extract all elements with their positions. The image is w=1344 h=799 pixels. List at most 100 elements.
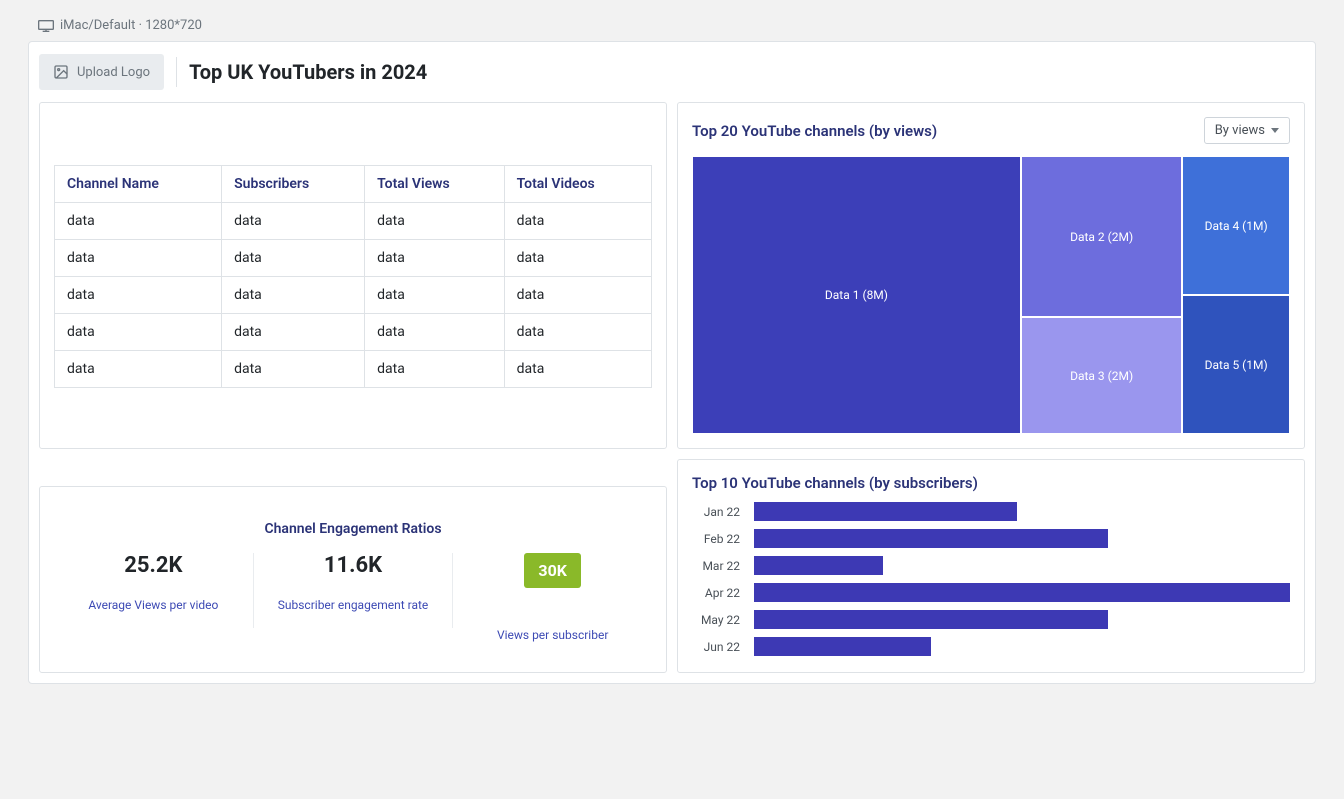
- cell: data: [55, 314, 222, 351]
- bar-row: Apr 22: [692, 583, 1290, 602]
- viewport-text: iMac/Default · 1280*720: [60, 18, 202, 33]
- treemap-cell-data2[interactable]: Data 2 (2M): [1021, 156, 1182, 317]
- bar-label: Jun 22: [692, 640, 740, 654]
- barchart: Jan 22 Feb 22 Mar 22 Apr 22 May 22: [692, 502, 1290, 656]
- upload-logo-button[interactable]: Upload Logo: [39, 54, 164, 90]
- treemap-label: Data 1 (8M): [825, 288, 888, 302]
- cell: data: [365, 314, 505, 351]
- cell: data: [222, 240, 365, 277]
- bar-track: [754, 529, 1290, 548]
- engagement-title: Channel Engagement Ratios: [54, 521, 652, 537]
- viewport-label: iMac/Default · 1280*720: [0, 0, 1344, 41]
- table-row: data data data data: [55, 203, 652, 240]
- cell: data: [55, 240, 222, 277]
- col-subscribers: Subscribers: [222, 166, 365, 203]
- cell: data: [504, 314, 651, 351]
- treemap-header: Top 20 YouTube channels (by views) By vi…: [692, 117, 1290, 144]
- table-row: data data data data: [55, 351, 652, 388]
- separator: [176, 57, 177, 87]
- treemap-cell-data3[interactable]: Data 3 (2M): [1021, 317, 1182, 434]
- cell: data: [222, 314, 365, 351]
- treemap-sort-dropdown[interactable]: By views: [1204, 117, 1290, 144]
- treemap-cell-data5[interactable]: Data 5 (1M): [1182, 295, 1290, 434]
- cell: data: [55, 203, 222, 240]
- treemap-title: Top 20 YouTube channels (by views): [692, 122, 937, 140]
- monitor-icon: [38, 20, 54, 32]
- title-row: Upload Logo Top UK YouTubers in 2024: [39, 52, 1305, 98]
- bar-fill[interactable]: [754, 637, 931, 656]
- bar-fill[interactable]: [754, 529, 1108, 548]
- bar-label: May 22: [692, 613, 740, 627]
- bar-fill[interactable]: [754, 502, 1017, 521]
- table-panel: Channel Name Subscribers Total Views Tot…: [39, 102, 667, 449]
- bar-label: Apr 22: [692, 586, 740, 600]
- bar-label: Feb 22: [692, 532, 740, 546]
- table-row: data data data data: [55, 277, 652, 314]
- cell: data: [222, 277, 365, 314]
- bar-row: Feb 22: [692, 529, 1290, 548]
- cell: data: [55, 351, 222, 388]
- cell: data: [504, 277, 651, 314]
- treemap-midcol: Data 2 (2M) Data 3 (2M): [1021, 156, 1182, 434]
- table-row: data data data data: [55, 240, 652, 277]
- upload-logo-label: Upload Logo: [77, 65, 150, 80]
- engage-value-badge: 30K: [524, 553, 581, 588]
- engage-item-sub-rate: 11.6K Subscriber engagement rate: [254, 553, 454, 628]
- channels-table: Channel Name Subscribers Total Views Tot…: [54, 165, 652, 388]
- treemap-label: Data 5 (1M): [1205, 358, 1268, 372]
- cell: data: [365, 351, 505, 388]
- cell: data: [504, 351, 651, 388]
- bar-track: [754, 502, 1290, 521]
- engage-label: Average Views per video: [64, 598, 243, 612]
- bar-track: [754, 583, 1290, 602]
- engage-label: Subscriber engagement rate: [264, 598, 443, 612]
- table-row: data data data data: [55, 314, 652, 351]
- treemap-cell-data4[interactable]: Data 4 (1M): [1182, 156, 1290, 295]
- engage-value: 11.6K: [264, 553, 443, 578]
- chevron-down-icon: [1271, 128, 1279, 133]
- cell: data: [222, 351, 365, 388]
- treemap-panel: Top 20 YouTube channels (by views) By vi…: [677, 102, 1305, 449]
- col-channel-name: Channel Name: [55, 166, 222, 203]
- col-total-videos: Total Videos: [504, 166, 651, 203]
- cell: data: [222, 203, 365, 240]
- bar-label: Jan 22: [692, 505, 740, 519]
- bar-track: [754, 556, 1290, 575]
- bar-fill[interactable]: [754, 610, 1108, 629]
- dashboard-grid: Channel Name Subscribers Total Views Tot…: [39, 102, 1305, 673]
- cell: data: [365, 203, 505, 240]
- dropdown-label: By views: [1215, 123, 1265, 138]
- bar-row: Jun 22: [692, 637, 1290, 656]
- engage-value: 25.2K: [64, 553, 243, 578]
- engage-label: Views per subscriber: [463, 628, 642, 642]
- treemap-label: Data 2 (2M): [1070, 230, 1133, 244]
- cell: data: [55, 277, 222, 314]
- table-header-row: Channel Name Subscribers Total Views Tot…: [55, 166, 652, 203]
- treemap-cell-data1[interactable]: Data 1 (8M): [692, 156, 1021, 434]
- cell: data: [504, 240, 651, 277]
- treemap-label: Data 3 (2M): [1070, 369, 1133, 383]
- cell: data: [504, 203, 651, 240]
- image-icon: [53, 64, 69, 80]
- engage-item-avg-views: 25.2K Average Views per video: [54, 553, 254, 628]
- engage-item-views-per-sub: 30K Views per subscriber: [453, 553, 652, 658]
- bar-row: May 22: [692, 610, 1290, 629]
- treemap-rightcol: Data 4 (1M) Data 5 (1M): [1182, 156, 1290, 434]
- bar-track: [754, 610, 1290, 629]
- barchart-title: Top 10 YouTube channels (by subscribers): [692, 474, 1290, 492]
- cell: data: [365, 240, 505, 277]
- bar-row: Mar 22: [692, 556, 1290, 575]
- bar-fill[interactable]: [754, 583, 1290, 602]
- col-total-views: Total Views: [365, 166, 505, 203]
- engagement-panel: Channel Engagement Ratios 25.2K Average …: [39, 486, 667, 673]
- cell: data: [365, 277, 505, 314]
- barchart-panel: Top 10 YouTube channels (by subscribers)…: [677, 459, 1305, 673]
- engagement-row: 25.2K Average Views per video 11.6K Subs…: [54, 553, 652, 658]
- treemap-chart: Data 1 (8M) Data 2 (2M) Data 3 (2M) Data…: [692, 156, 1290, 434]
- bar-track: [754, 637, 1290, 656]
- bar-row: Jan 22: [692, 502, 1290, 521]
- bar-label: Mar 22: [692, 559, 740, 573]
- bar-fill[interactable]: [754, 556, 883, 575]
- page-title: Top UK YouTubers in 2024: [189, 60, 427, 84]
- page-container: Upload Logo Top UK YouTubers in 2024 Cha…: [28, 41, 1316, 684]
